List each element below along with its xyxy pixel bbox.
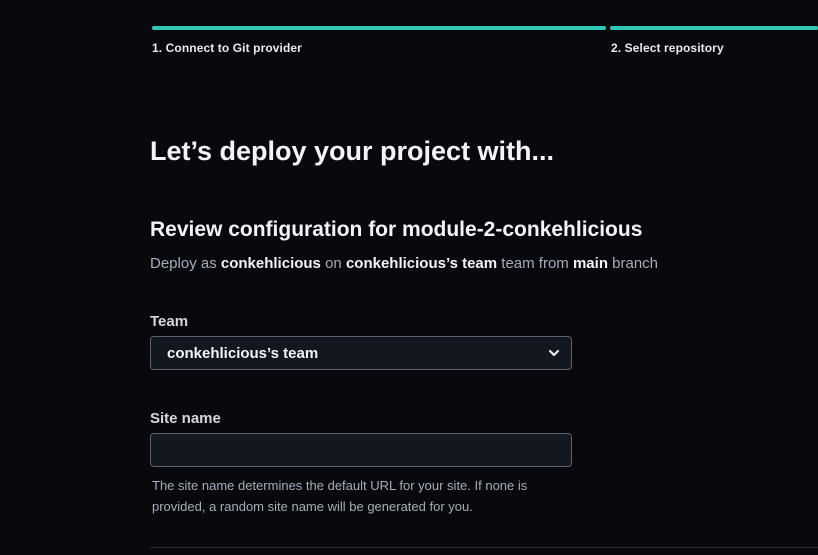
page-title: Let’s deploy your project with... [150, 136, 555, 166]
deploy-branch-suffix: branch [612, 255, 659, 272]
step-1-label[interactable]: 1. Connect to Git provider [152, 41, 302, 55]
step-1-progress-bar [152, 26, 606, 30]
site-name-label: Site name [150, 410, 221, 427]
step-2-label[interactable]: 2. Select repository [611, 41, 724, 55]
deploy-user: conkehlicious [220, 255, 321, 272]
deploy-team: conkehlicious’s team [345, 255, 498, 272]
site-name-help-text: The site name determines the default URL… [152, 478, 528, 514]
deploy-team-from: team from [501, 255, 569, 272]
team-label: Team [150, 313, 189, 330]
deploy-branch: main [572, 255, 608, 272]
deploy-page: 1. Connect to Git provider 2. Select rep… [0, 0, 818, 555]
team-select-value: conkehlicious’s team [167, 345, 319, 362]
step-2-progress-bar [610, 26, 818, 30]
deploy-summary: Deploy as conkehlicious on conkehlicious… [150, 255, 658, 272]
deploy-prefix: Deploy as [150, 255, 217, 272]
team-select[interactable]: conkehlicious’s team [150, 336, 572, 370]
review-title: Review configuration for module-2-conkeh… [150, 218, 643, 241]
deploy-on: on [325, 255, 342, 272]
section-divider [150, 547, 818, 548]
chevron-down-icon [548, 349, 560, 357]
site-name-input[interactable] [150, 433, 572, 467]
